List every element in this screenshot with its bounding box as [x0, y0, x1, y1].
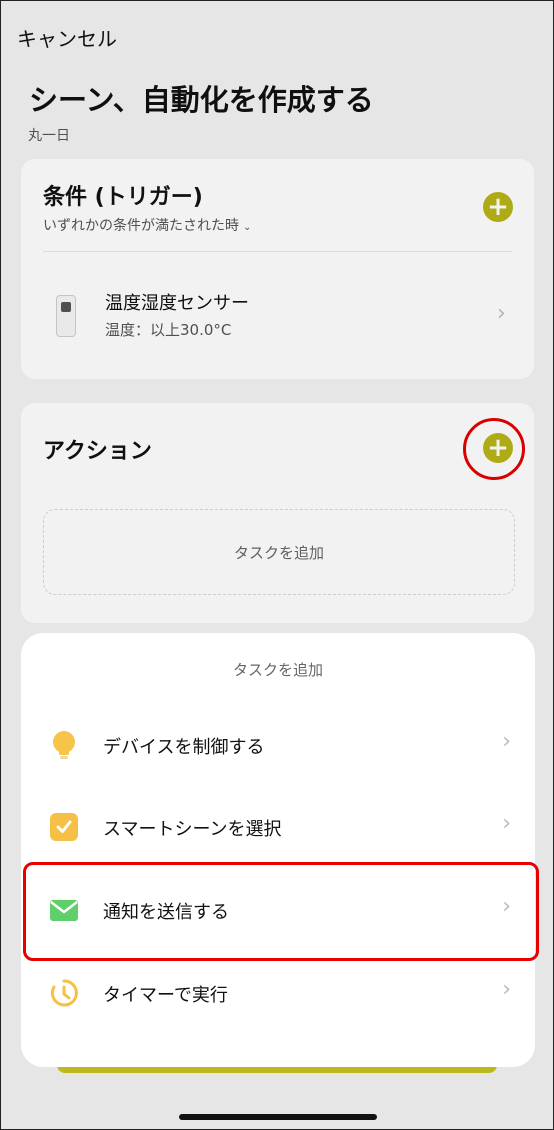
lightbulb-icon: [49, 730, 79, 760]
menu-item-label: スマートシーンを選択: [103, 819, 282, 840]
app-screen: キャンセル シーン、自動化を作成する 丸一日 条件 (トリガー) いずれかの条件…: [0, 0, 554, 1130]
timer-icon: [49, 978, 79, 1008]
chevron-right-icon: ›: [502, 729, 511, 754]
chevron-right-icon: ›: [502, 811, 511, 836]
sheet-title: タスクを追加: [232, 661, 323, 679]
menu-item-control-device[interactable]: デバイスを制御する ›: [21, 705, 535, 787]
menu-item-select-scene[interactable]: スマートシーンを選択 ›: [21, 787, 535, 869]
checkbox-icon: [49, 812, 79, 842]
menu-item-label: デバイスを制御する: [103, 737, 265, 758]
highlight-rectangle: [23, 862, 539, 961]
home-indicator[interactable]: [179, 1114, 377, 1120]
chevron-right-icon: ›: [502, 977, 511, 1002]
menu-item-label: タイマーで実行: [103, 985, 228, 1006]
menu-item-timer[interactable]: タイマーで実行 ›: [21, 953, 535, 1035]
add-task-sheet: タスクを追加 デバイスを制御する › スマートシーンを選択 › 通知を送信する …: [21, 633, 535, 1067]
